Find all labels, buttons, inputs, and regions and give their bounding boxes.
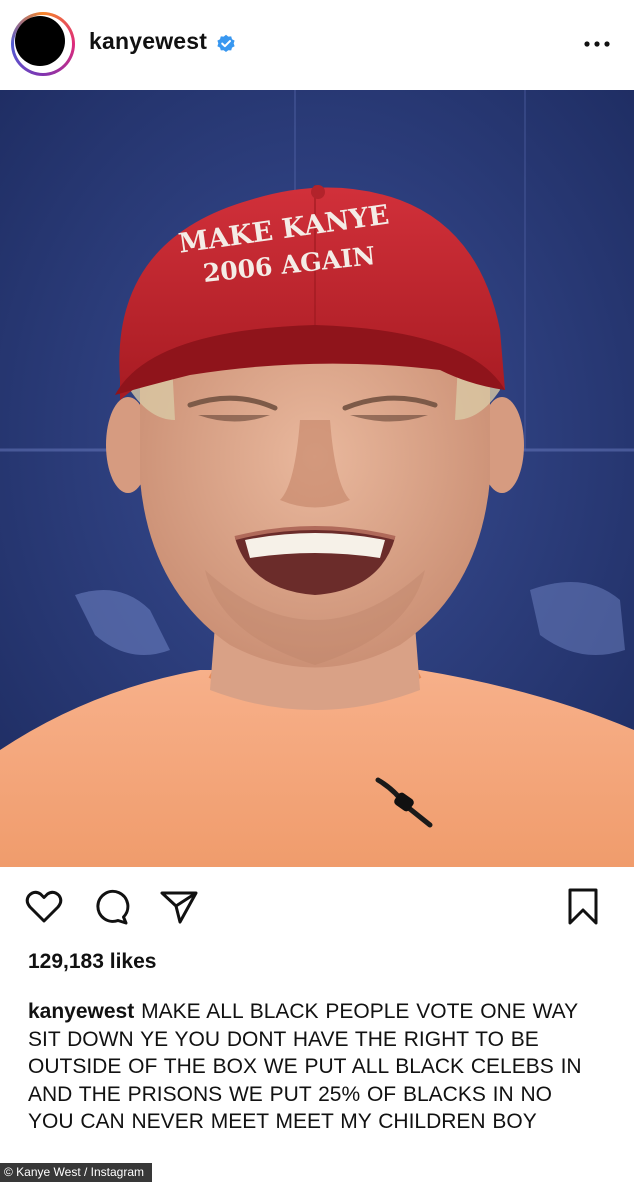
story-ring[interactable] [11,12,75,76]
verified-badge-icon [217,34,235,52]
post-photo-illustration: MAKE KANYE 2006 AGAIN [0,90,634,867]
bookmark-icon[interactable] [566,887,600,927]
likes-count[interactable]: 129,183 likes [28,950,156,974]
post-image[interactable]: MAKE KANYE 2006 AGAIN [0,90,634,867]
comment-icon[interactable] [92,889,130,927]
more-options-icon[interactable] [582,34,612,54]
username[interactable]: kanyewest [89,28,207,55]
caption-username[interactable]: kanyewest [28,1000,134,1023]
share-icon[interactable] [159,889,199,925]
avatar[interactable] [15,16,65,66]
heart-icon[interactable] [25,889,63,925]
image-credit: © Kanye West / Instagram [0,1163,153,1182]
post-caption: kanyewest MAKE ALL BLACK PEOPLE VOTE ONE… [28,998,588,1136]
post-header: kanyewest [0,0,634,90]
